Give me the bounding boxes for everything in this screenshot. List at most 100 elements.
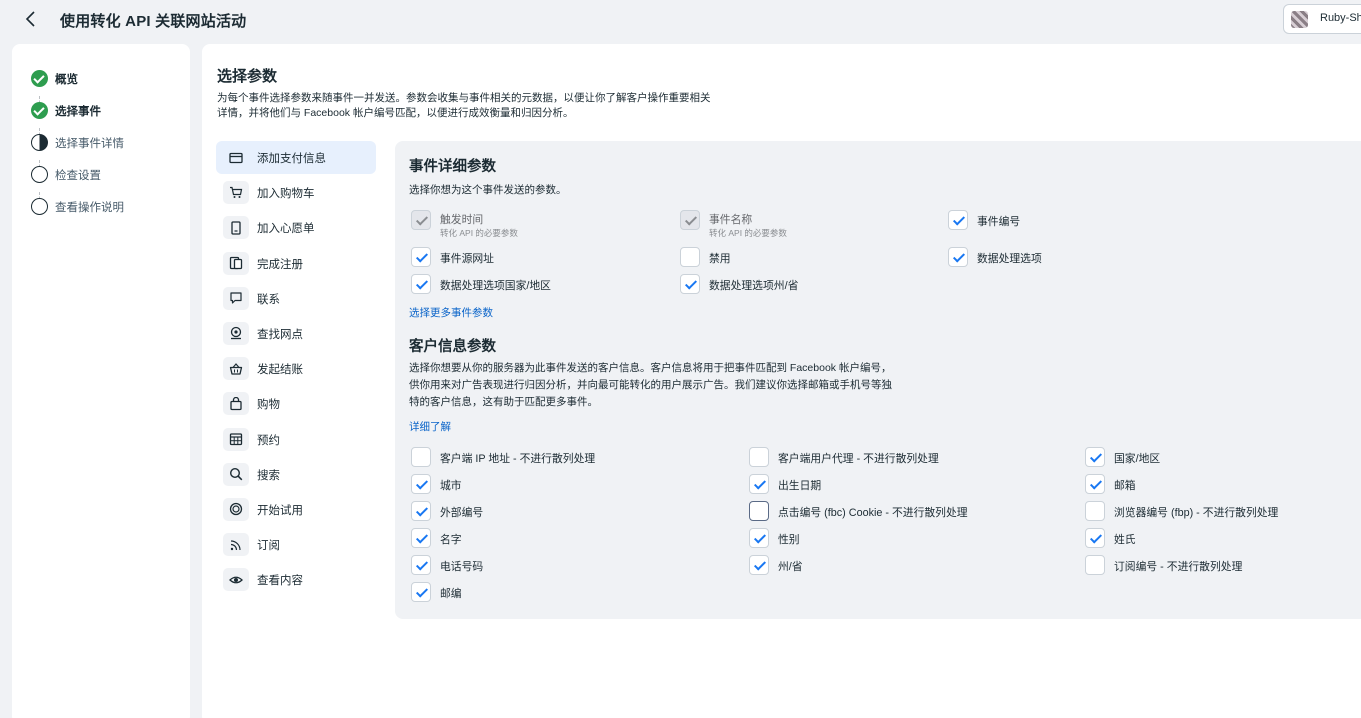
- event-item-start-trial[interactable]: 开始试用: [216, 493, 376, 526]
- checkbox[interactable]: [1085, 555, 1105, 575]
- event-item-complete-registration[interactable]: 完成注册: [216, 247, 376, 280]
- param-label: 禁用: [709, 253, 731, 265]
- step-label: 选择事件: [55, 106, 101, 118]
- param-country[interactable]: 国家/地区: [1085, 447, 1361, 469]
- param-dpo-state[interactable]: 数据处理选项州/省: [680, 274, 940, 296]
- checkbox[interactable]: [411, 247, 431, 267]
- checkbox[interactable]: [1085, 528, 1105, 548]
- param-zip[interactable]: 邮编: [411, 582, 731, 604]
- param-event-name[interactable]: 事件名称 转化 API 的必要参数: [680, 210, 940, 238]
- checkbox[interactable]: [948, 210, 968, 230]
- step-overview[interactable]: 概览: [31, 69, 181, 89]
- checkbox[interactable]: [749, 528, 769, 548]
- param-external-id[interactable]: 外部编号: [411, 501, 731, 523]
- param-opt-out[interactable]: 禁用: [680, 247, 940, 269]
- main-card: 选择参数 为每个事件选择参数来随事件一并发送。参数会收集与事件相关的元数据，以便…: [202, 44, 1361, 718]
- event-params-title: 事件详细参数: [409, 159, 496, 175]
- checkbox[interactable]: [411, 447, 431, 467]
- customer-params-description: 选择你想要从你的服务器为此事件发送的客户信息。客户信息将用于把事件匹配到 Fac…: [409, 362, 892, 408]
- param-email[interactable]: 邮箱: [1085, 474, 1361, 496]
- param-data-processing-options[interactable]: 数据处理选项: [948, 247, 1208, 269]
- progress-stepper: 概览 选择事件 选择事件详情 检查设置 查看操作说明: [12, 44, 190, 718]
- calendar-icon: [223, 427, 249, 451]
- checkbox[interactable]: [411, 210, 431, 230]
- checkbox[interactable]: [411, 274, 431, 294]
- event-item-add-to-cart[interactable]: 加入购物车: [216, 176, 376, 209]
- checkbox[interactable]: [1085, 447, 1105, 467]
- param-label: 邮箱: [1114, 480, 1136, 492]
- checkbox[interactable]: [948, 247, 968, 267]
- checkbox[interactable]: [749, 447, 769, 467]
- event-item-view-content[interactable]: 查看内容: [216, 563, 376, 596]
- learn-more-link[interactable]: 详细了解: [409, 419, 451, 434]
- step-label: 查看操作说明: [55, 202, 124, 214]
- checkbox[interactable]: [680, 274, 700, 294]
- event-label: 预约: [257, 434, 280, 447]
- step-choose-events[interactable]: 选择事件: [31, 101, 181, 121]
- event-item-add-to-wishlist[interactable]: 加入心愿单: [216, 211, 376, 244]
- more-event-params-link[interactable]: 选择更多事件参数: [409, 305, 493, 320]
- event-item-schedule[interactable]: 预约: [216, 423, 376, 456]
- checkbox[interactable]: [680, 247, 700, 267]
- checkbox[interactable]: [411, 474, 431, 494]
- step-label: 概览: [55, 74, 78, 86]
- customer-params-title: 客户信息参数: [409, 339, 496, 355]
- param-label: 性别: [778, 534, 800, 546]
- top-bar: 使用转化 API 关联网站活动 Ruby-Sh: [0, 0, 1361, 40]
- param-event-time[interactable]: 触发时间 转化 API 的必要参数: [411, 210, 671, 238]
- checkbox[interactable]: [1085, 474, 1105, 494]
- event-label: 完成注册: [257, 258, 303, 271]
- param-last-name[interactable]: 姓氏: [1085, 528, 1361, 550]
- param-event-source-url[interactable]: 事件源网址: [411, 247, 671, 269]
- step-review-setup[interactable]: 检查设置: [31, 165, 181, 185]
- event-item-purchase[interactable]: 购物: [216, 387, 376, 420]
- param-phone[interactable]: 电话号码: [411, 555, 731, 577]
- event-label: 添加支付信息: [257, 153, 326, 165]
- event-label: 开始试用: [257, 504, 303, 517]
- checkbox[interactable]: [749, 501, 769, 521]
- param-state[interactable]: 州/省: [749, 555, 1069, 577]
- param-dpo-country[interactable]: 数据处理选项国家/地区: [411, 274, 671, 296]
- param-sublabel: 转化 API 的必要参数: [440, 228, 518, 238]
- checkbox[interactable]: [411, 582, 431, 602]
- param-label: 事件源网址: [440, 253, 494, 265]
- param-fbc-cookie[interactable]: 点击编号 (fbc) Cookie - 不进行散列处理: [749, 501, 1069, 523]
- event-item-subscribe[interactable]: 订阅: [216, 528, 376, 561]
- param-gender[interactable]: 性别: [749, 528, 1069, 550]
- checkbox[interactable]: [411, 528, 431, 548]
- step-event-details[interactable]: 选择事件详情: [31, 133, 181, 153]
- param-date-of-birth[interactable]: 出生日期: [749, 474, 1069, 496]
- param-label: 点击编号 (fbc) Cookie - 不进行散列处理: [778, 507, 968, 519]
- registration-icon: [223, 251, 249, 275]
- checkbox[interactable]: [411, 501, 431, 521]
- param-client-user-agent[interactable]: 客户端用户代理 - 不进行散列处理: [749, 447, 1069, 469]
- param-label: 电话号码: [440, 561, 484, 573]
- check-circle-icon: [31, 70, 48, 87]
- event-label: 联系: [257, 293, 280, 306]
- param-fbp-browser-id[interactable]: 浏览器编号 (fbp) - 不进行散列处理: [1085, 501, 1361, 523]
- checkbox[interactable]: [680, 210, 700, 230]
- param-city[interactable]: 城市: [411, 474, 731, 496]
- back-arrow-icon[interactable]: [22, 9, 40, 29]
- event-item-search[interactable]: 搜索: [216, 458, 376, 491]
- checkbox[interactable]: [749, 555, 769, 575]
- account-selector[interactable]: Ruby-Sh: [1283, 4, 1361, 34]
- param-event-id[interactable]: 事件编号: [948, 210, 1208, 232]
- param-label: 邮编: [440, 588, 462, 600]
- param-label: 国家/地区: [1114, 453, 1161, 465]
- step-view-instructions[interactable]: 查看操作说明: [31, 197, 181, 217]
- param-label: 客户端 IP 地址 - 不进行散列处理: [440, 453, 596, 465]
- event-item-find-location[interactable]: 查找网点: [216, 317, 376, 350]
- param-subscription-id[interactable]: 订阅编号 - 不进行散列处理: [1085, 555, 1361, 577]
- param-first-name[interactable]: 名字: [411, 528, 731, 550]
- credit-card-icon: [223, 146, 249, 169]
- checkbox[interactable]: [749, 474, 769, 494]
- param-sublabel: 转化 API 的必要参数: [709, 228, 787, 238]
- param-label: 数据处理选项州/省: [709, 280, 799, 292]
- param-client-ip[interactable]: 客户端 IP 地址 - 不进行散列处理: [411, 447, 731, 469]
- event-item-initiate-checkout[interactable]: 发起结账: [216, 352, 376, 385]
- event-item-add-payment-info[interactable]: 添加支付信息: [216, 141, 376, 174]
- event-item-contact[interactable]: 联系: [216, 282, 376, 315]
- checkbox[interactable]: [411, 555, 431, 575]
- checkbox[interactable]: [1085, 501, 1105, 521]
